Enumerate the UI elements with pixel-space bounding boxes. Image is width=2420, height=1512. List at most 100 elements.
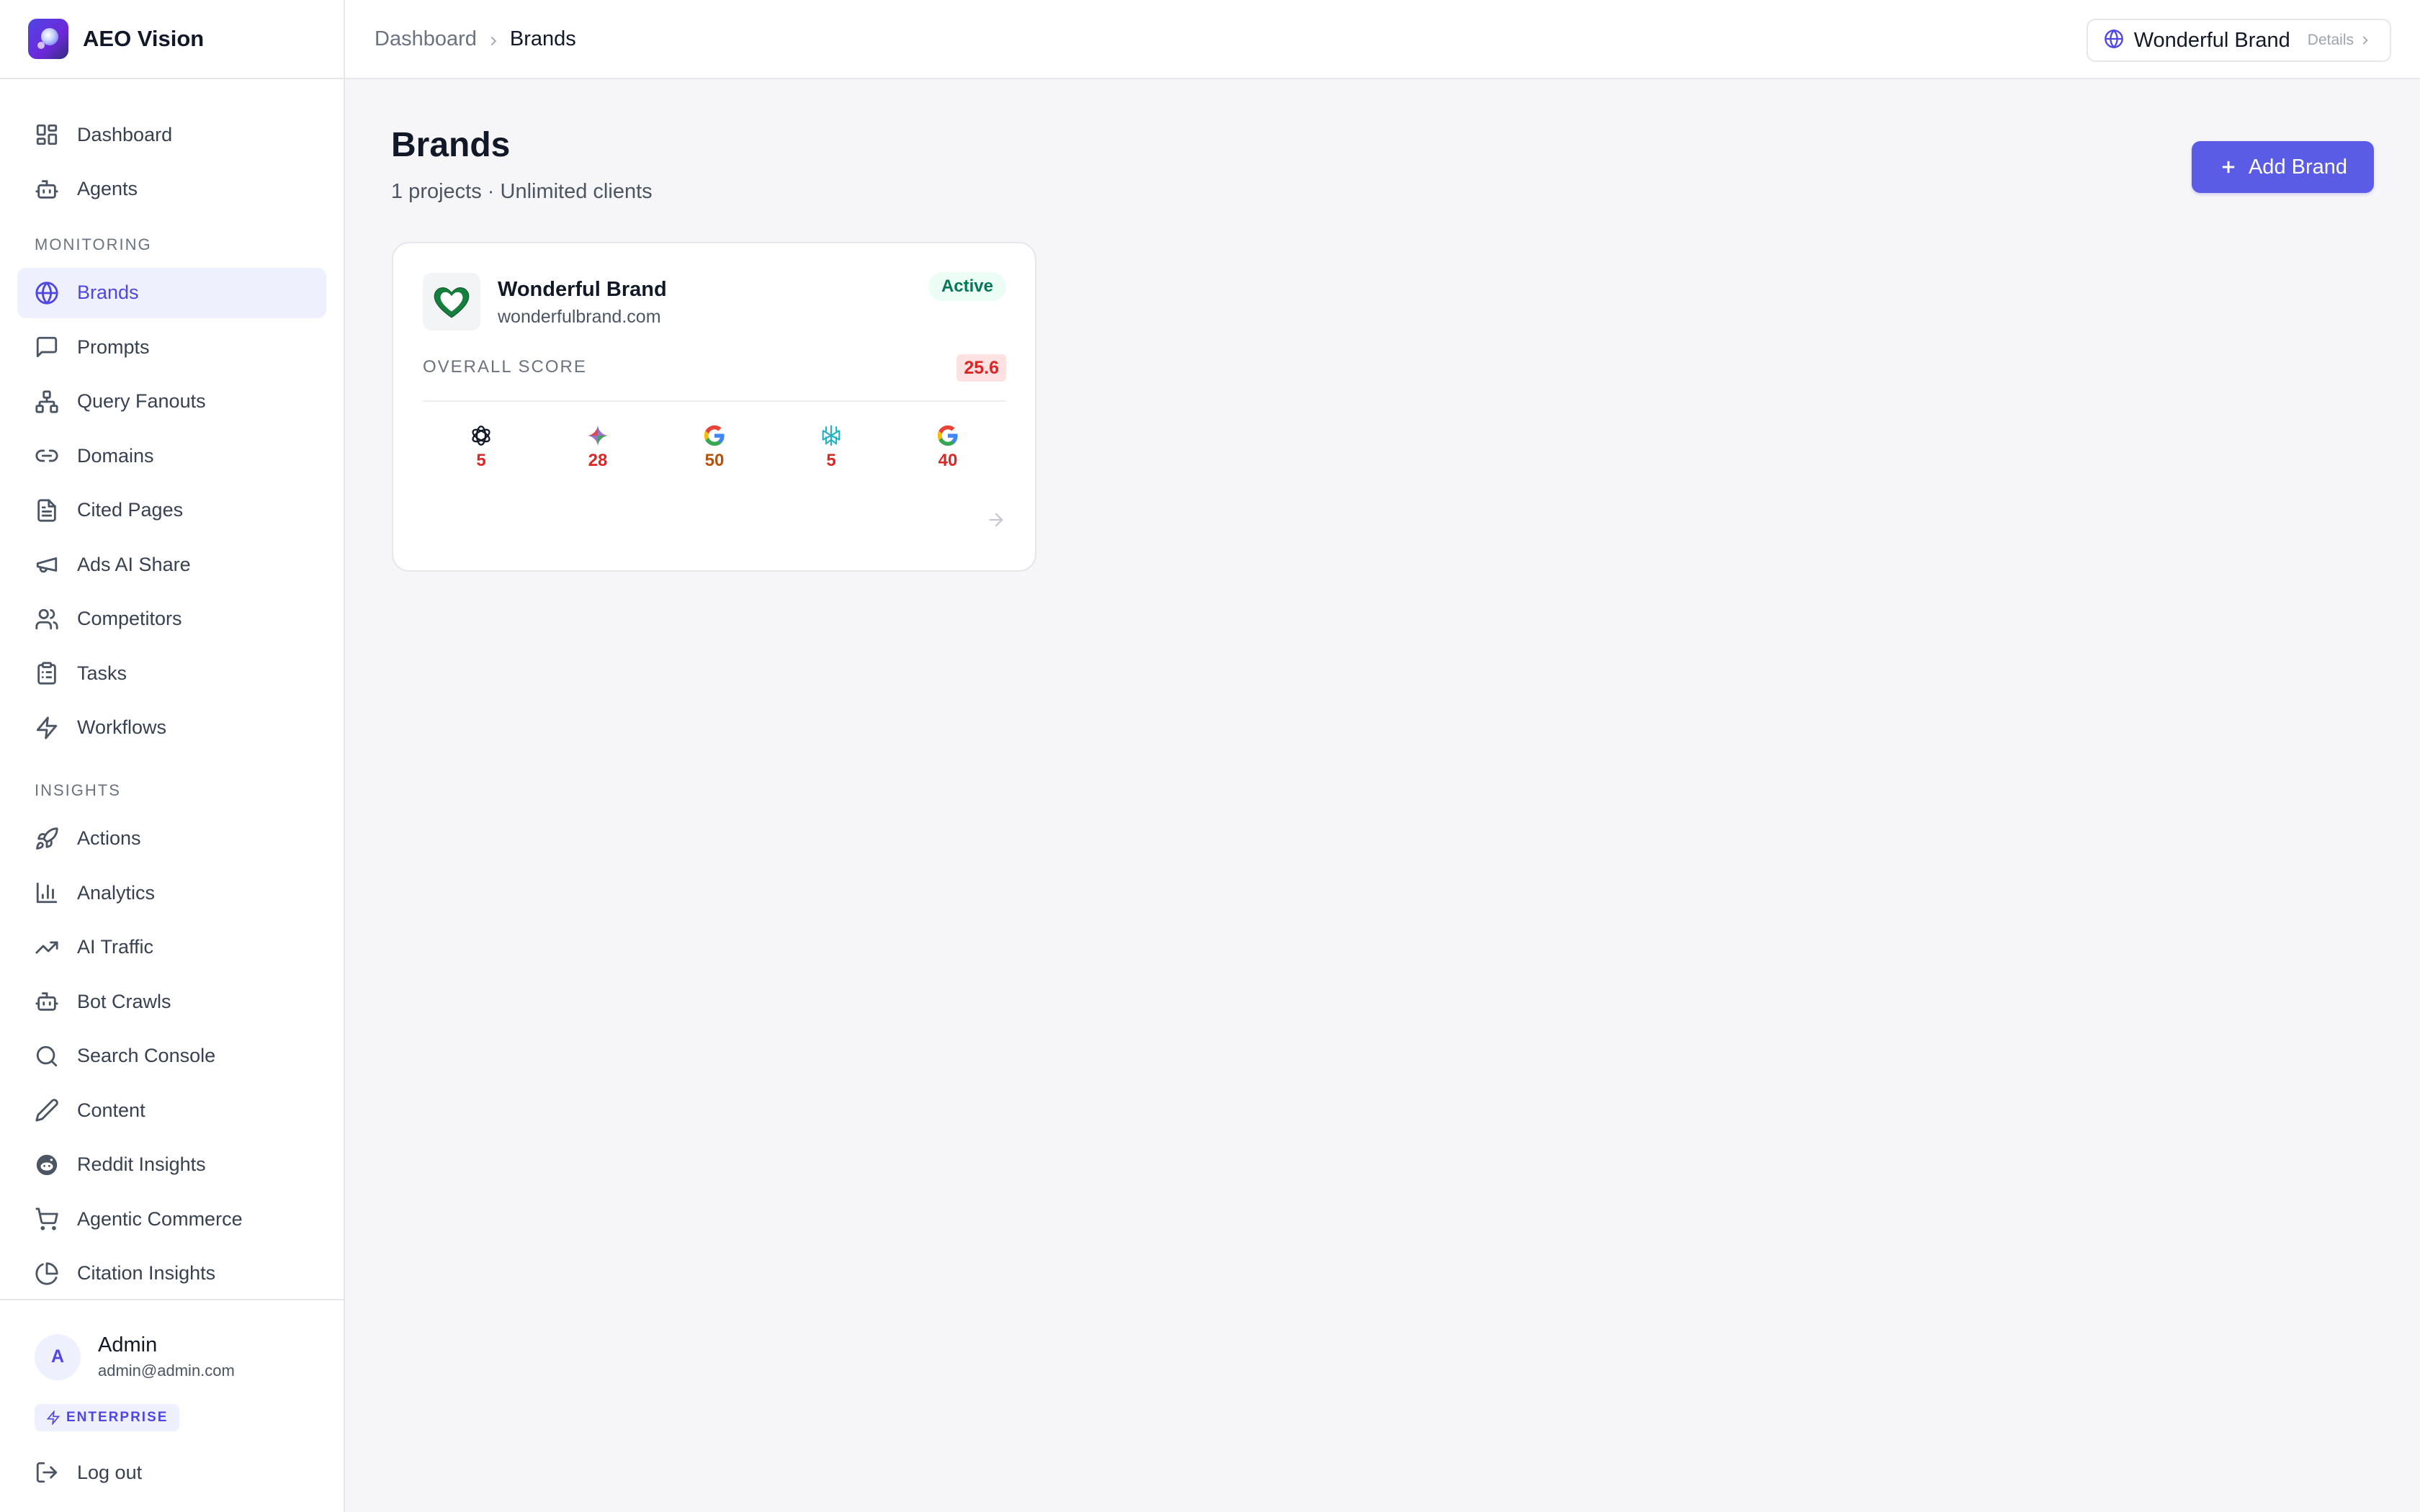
sidebar-item-content[interactable]: Content (17, 1085, 326, 1135)
gemini-icon (586, 423, 610, 448)
sidebar-item-query-fanouts[interactable]: Query Fanouts (17, 377, 326, 427)
network-icon (35, 390, 59, 414)
bot-icon (35, 989, 59, 1014)
sidebar-item-label: Competitors (77, 608, 182, 629)
engine-score-value: 5 (476, 451, 486, 470)
engine-score-gemini: 28 (539, 423, 656, 471)
breadcrumb-dashboard[interactable]: Dashboard (375, 27, 477, 51)
sidebar-item-dashboard[interactable]: Dashboard (17, 109, 326, 160)
engine-score-value: 28 (588, 451, 608, 470)
plan-badge: ENTERPRISE (35, 1404, 180, 1431)
file-text-icon (35, 498, 59, 523)
users-icon (35, 607, 59, 631)
user-email: admin@admin.com (98, 1362, 235, 1380)
engine-score-google-ai-overview: 40 (889, 423, 1006, 471)
message-square-icon (35, 335, 59, 359)
sidebar-item-cited-pages[interactable]: Cited Pages (17, 485, 326, 536)
engine-score-value: 5 (826, 451, 836, 470)
rocket-icon (35, 827, 59, 851)
sidebar-item-label: Agents (77, 178, 138, 199)
section-label-insights: INSIGHTS (35, 780, 121, 799)
layout-dashboard-icon (35, 122, 59, 147)
search-icon (35, 1044, 59, 1068)
log-out-icon (36, 1462, 58, 1483)
section-label-monitoring: MONITORING (35, 235, 152, 253)
brand-switcher-button[interactable]: Wonderful Brand Details (2086, 19, 2391, 62)
sidebar-item-label: Prompts (77, 336, 150, 358)
bar-chart-icon (35, 881, 59, 905)
sidebar-item-label: Agentic Commerce (77, 1207, 243, 1230)
sidebar-item-ads-ai-share[interactable]: Ads AI Share (17, 539, 326, 590)
clipboard-list-icon (35, 661, 59, 685)
brand-card[interactable]: Wonderful Brand wonderfulbrand.com Activ… (392, 242, 1036, 572)
logout-button[interactable]: Log out (35, 1449, 142, 1496)
sidebar-item-competitors[interactable]: Competitors (17, 594, 326, 644)
plan-label: ENTERPRISE (66, 1410, 169, 1425)
engine-score-openai: 5 (423, 423, 539, 471)
details-link[interactable]: Details (2308, 32, 2354, 49)
sidebar-item-label: Actions (77, 827, 141, 849)
sidebar-item-workflows[interactable]: Workflows (17, 703, 326, 753)
megaphone-icon (35, 552, 59, 577)
breadcrumb: Dashboard Brands (375, 0, 576, 78)
pencil-icon (35, 1098, 59, 1122)
sidebar-item-label: Query Fanouts (77, 390, 206, 412)
sidebar-nav: Dashboard Agents MONITORING Brands Promp… (0, 79, 344, 1299)
engine-score-perplexity: 5 (773, 423, 889, 471)
sidebar-item-domains[interactable]: Domains (17, 431, 326, 481)
engine-score-value: 40 (938, 451, 958, 470)
sidebar-item-label: Workflows (77, 716, 167, 738)
overall-score-badge: 25.6 (956, 354, 1006, 382)
top-bar: Dashboard Brands Wonderful Brand Details (345, 0, 2420, 79)
user-name: Admin (98, 1333, 158, 1356)
sidebar-item-label: Reddit Insights (77, 1153, 206, 1175)
sidebar-item-search-console[interactable]: Search Console (17, 1031, 326, 1081)
brand-logo-heart-icon (423, 273, 480, 330)
app-header[interactable]: AEO Vision (0, 0, 344, 79)
sidebar-item-ai-traffic[interactable]: AI Traffic (17, 922, 326, 973)
sidebar-item-citation-insights[interactable]: Citation Insights (17, 1248, 326, 1299)
overall-score-label: OVERALL SCORE (423, 357, 587, 377)
sidebar-item-tasks[interactable]: Tasks (17, 648, 326, 698)
sidebar-item-agentic-commerce[interactable]: Agentic Commerce (17, 1194, 326, 1244)
sidebar-item-actions[interactable]: Actions (17, 814, 326, 864)
shopping-cart-icon (35, 1207, 59, 1231)
sidebar-item-brands[interactable]: Brands (17, 267, 326, 318)
reddit-icon (35, 1153, 59, 1177)
brand-name: Wonderful Brand (498, 278, 667, 301)
engine-score-value: 50 (704, 451, 725, 470)
sidebar-item-label: Bot Crawls (77, 990, 171, 1012)
google-ai-overview-icon (936, 423, 960, 448)
sidebar-item-bot-crawls[interactable]: Bot Crawls (17, 976, 326, 1027)
avatar: A (35, 1333, 81, 1380)
sidebar-item-agents[interactable]: Agents (17, 164, 326, 215)
sidebar-item-label: Citation Insights (77, 1262, 216, 1284)
pie-chart-icon (35, 1261, 59, 1286)
sidebar-item-label: Tasks (77, 662, 127, 684)
zap-icon (35, 716, 59, 740)
google-icon (702, 423, 727, 448)
sidebar: AEO Vision Dashboard Agents MONITORING B… (0, 0, 345, 1512)
trending-up-icon (35, 935, 59, 960)
current-brand-name: Wonderful Brand (2133, 28, 2290, 52)
page-subtitle: 1 projects · Unlimited clients (391, 180, 653, 203)
engine-score-google: 50 (656, 423, 773, 471)
sidebar-item-analytics[interactable]: Analytics (17, 868, 326, 918)
logout-label: Log out (77, 1461, 143, 1483)
sidebar-item-reddit-insights[interactable]: Reddit Insights (17, 1140, 326, 1190)
brand-domain: wonderfulbrand.com (498, 307, 661, 327)
breadcrumb-current: Brands (509, 27, 576, 50)
sidebar-item-prompts[interactable]: Prompts (17, 322, 326, 372)
globe-icon (35, 281, 59, 305)
sidebar-item-label: Search Console (77, 1045, 216, 1066)
sidebar-item-label: Content (77, 1099, 145, 1121)
add-brand-button[interactable]: Add Brand (2192, 141, 2374, 193)
page-title: Brands (391, 126, 511, 164)
arrow-right-icon[interactable] (986, 510, 1006, 530)
sidebar-item-label: Dashboard (77, 123, 173, 145)
chevron-right-icon (2354, 30, 2372, 51)
app-name: AEO Vision (83, 26, 205, 51)
chevron-right-icon (485, 31, 501, 47)
user-profile[interactable]: A Admin admin@admin.com (35, 1333, 235, 1380)
sidebar-item-label: Brands (77, 282, 139, 303)
